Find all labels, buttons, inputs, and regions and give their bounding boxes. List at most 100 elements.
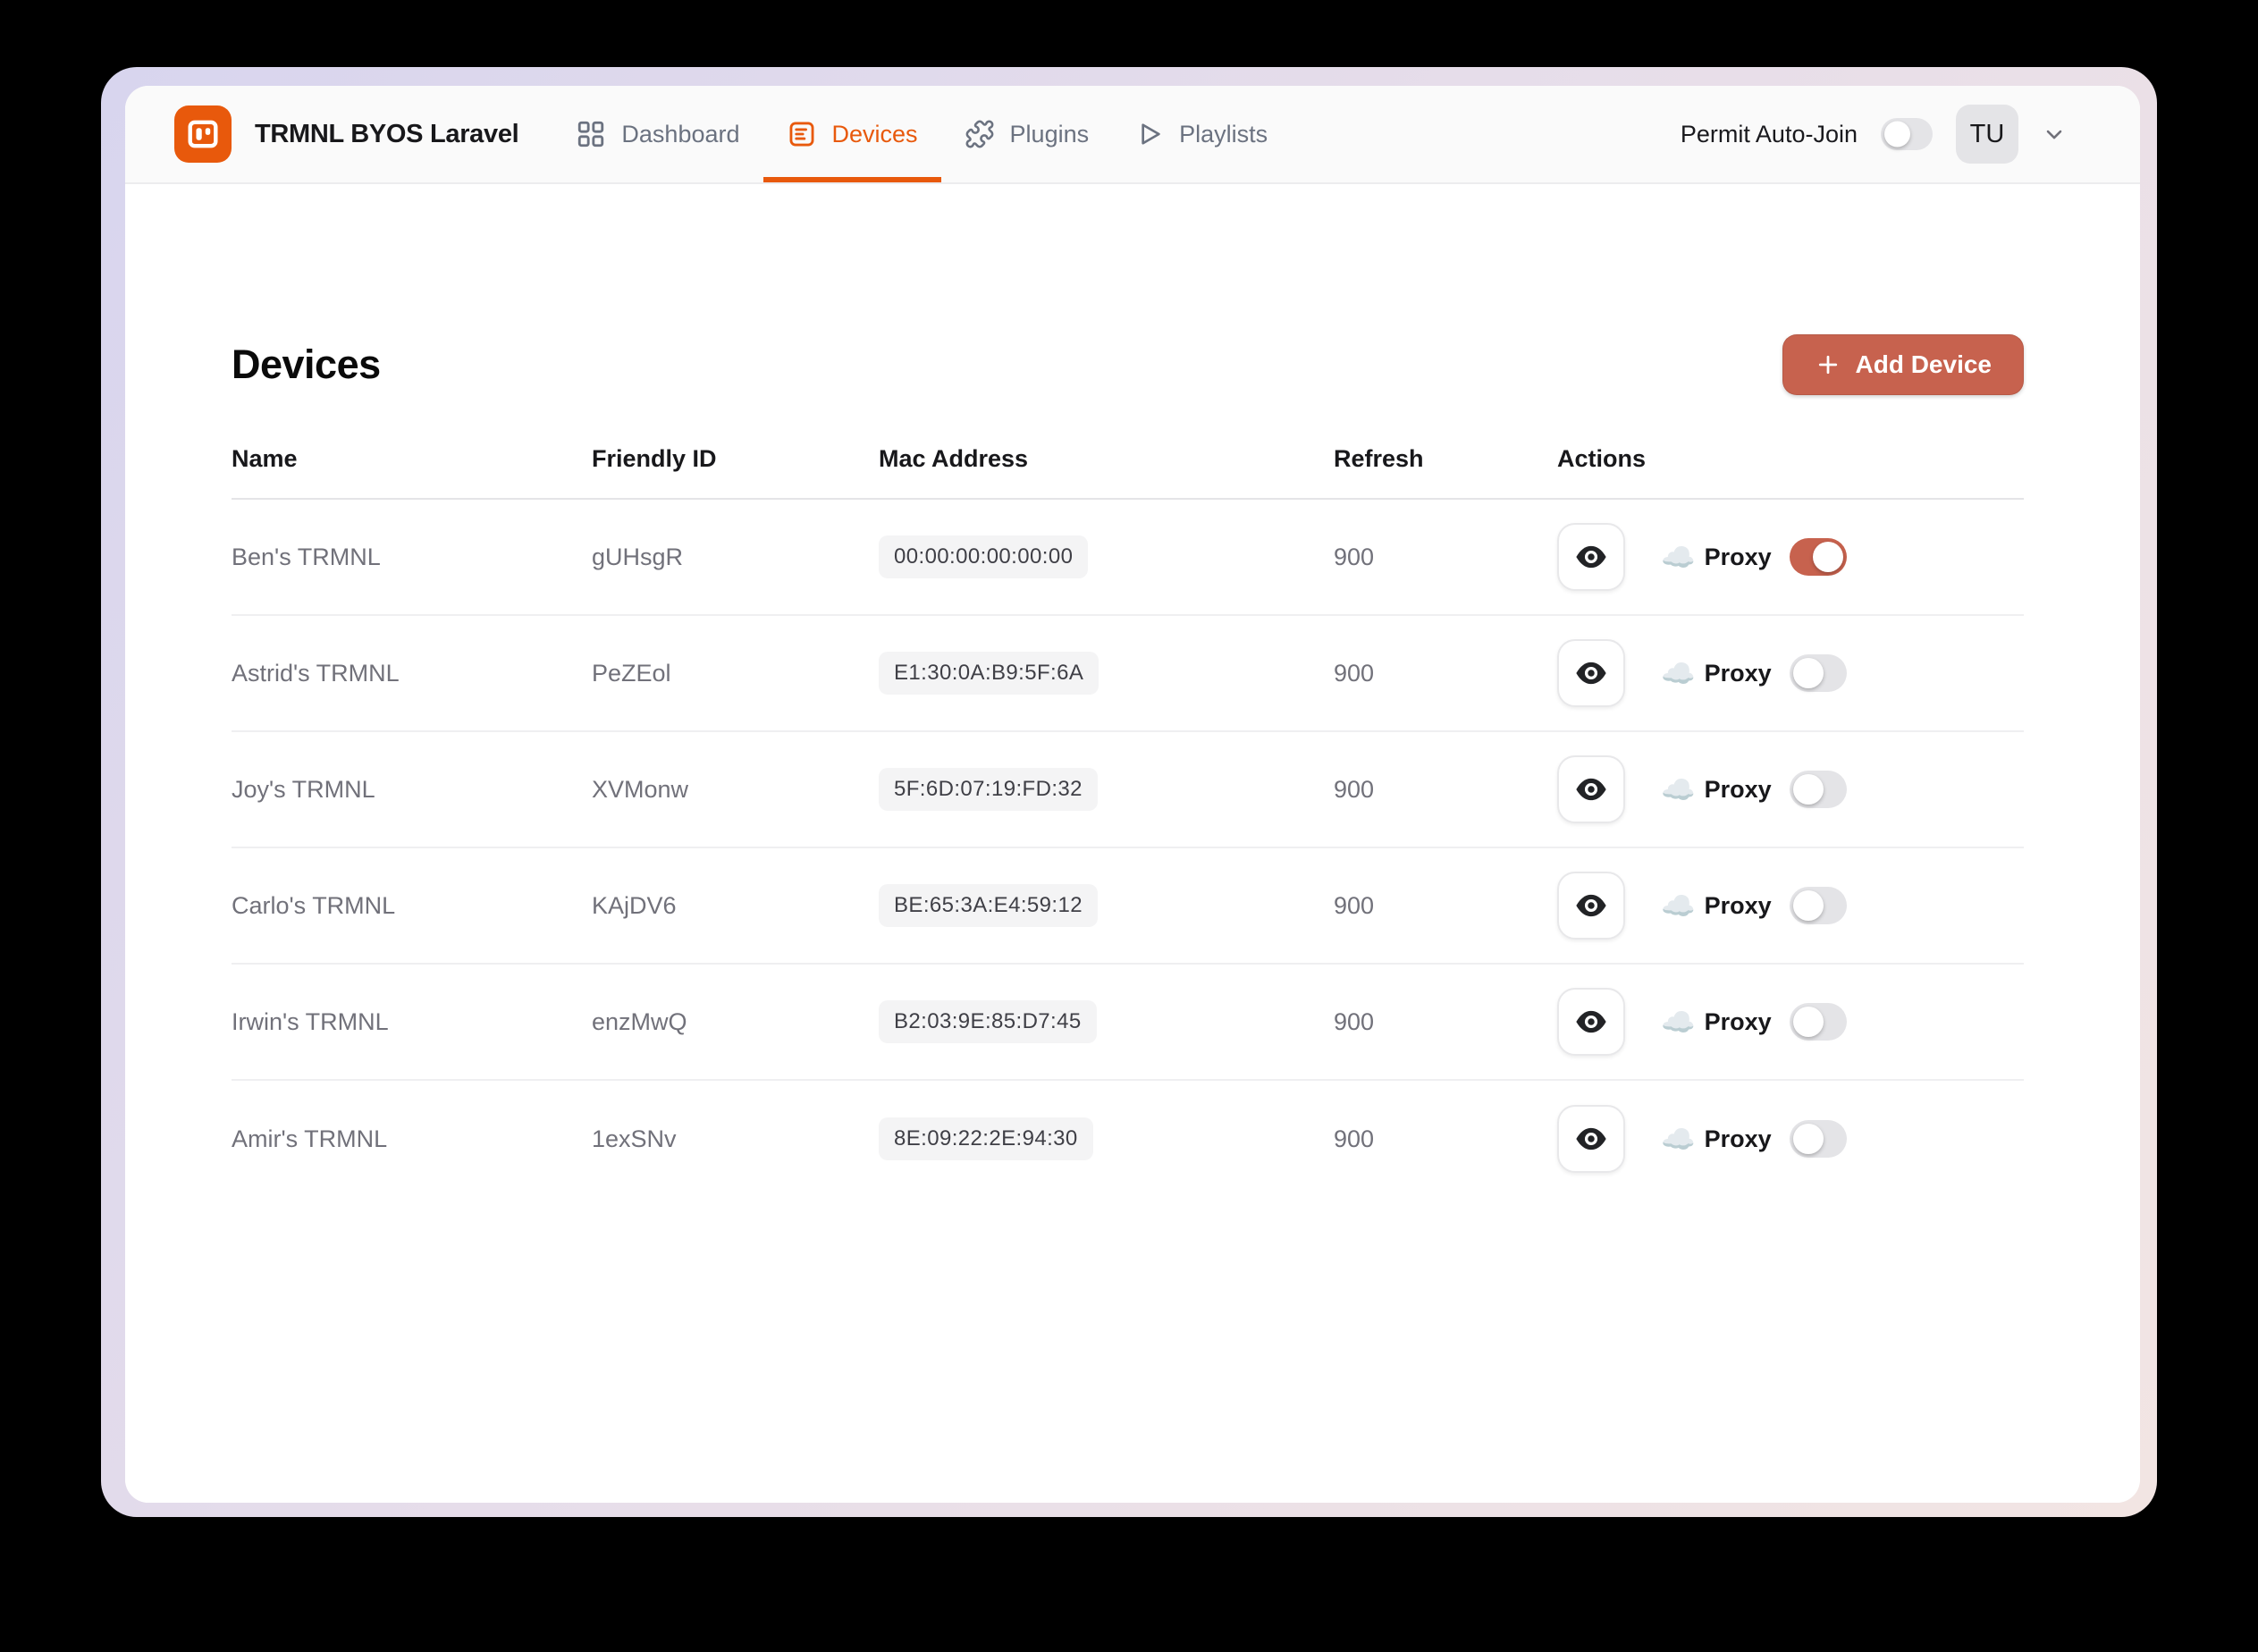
view-device-button[interactable] bbox=[1557, 1105, 1625, 1173]
user-avatar[interactable]: TU bbox=[1956, 105, 2018, 164]
proxy-label: Proxy bbox=[1704, 659, 1772, 687]
window-frame: TRMNL BYOS Laravel Dashboard Devices Plu… bbox=[101, 67, 2157, 1517]
view-device-button[interactable] bbox=[1557, 988, 1625, 1056]
eye-icon bbox=[1576, 1127, 1606, 1150]
device-mac-badge: 00:00:00:00:00:00 bbox=[879, 535, 1089, 578]
nav-label: Devices bbox=[831, 120, 918, 148]
device-friendly-id: 1exSNv bbox=[592, 1125, 677, 1152]
nav-label: Playlists bbox=[1179, 120, 1268, 148]
chevron-down-icon[interactable] bbox=[2042, 122, 2067, 147]
cloud-icon: ☁️ bbox=[1661, 541, 1696, 573]
proxy-label: Proxy bbox=[1704, 1125, 1772, 1152]
add-device-label: Add Device bbox=[1855, 350, 1993, 378]
plus-icon bbox=[1818, 355, 1837, 375]
table-row: Amir's TRMNL 1exSNv 8E:09:22:2E:94:30 90… bbox=[232, 1081, 2024, 1197]
toggle-knob bbox=[1884, 121, 1910, 148]
proxy-label: Proxy bbox=[1704, 775, 1772, 803]
device-mac-badge: B2:03:9E:85:D7:45 bbox=[879, 1000, 1097, 1043]
proxy-toggle[interactable] bbox=[1789, 771, 1847, 808]
view-device-button[interactable] bbox=[1557, 755, 1625, 823]
nav-item-devices[interactable]: Devices bbox=[762, 86, 941, 182]
eye-icon bbox=[1576, 894, 1606, 917]
device-actions: ☁️ Proxy bbox=[1557, 755, 2024, 823]
table-header-row: Name Friendly ID Mac Address Refresh Act… bbox=[232, 445, 2024, 500]
proxy-toggle[interactable] bbox=[1789, 538, 1847, 576]
device-actions: ☁️ Proxy bbox=[1557, 988, 2024, 1056]
view-device-button[interactable] bbox=[1557, 872, 1625, 940]
device-mac-badge: E1:30:0A:B9:5F:6A bbox=[879, 652, 1100, 695]
column-header-actions: Actions bbox=[1557, 445, 1647, 472]
devices-list-icon bbox=[789, 122, 813, 147]
permit-auto-join-toggle[interactable] bbox=[1881, 118, 1933, 150]
view-device-button[interactable] bbox=[1557, 639, 1625, 707]
app-title: TRMNL BYOS Laravel bbox=[255, 119, 519, 148]
permit-auto-join-label: Permit Auto-Join bbox=[1680, 120, 1858, 148]
table-row: Carlo's TRMNL KAjDV6 BE:65:3A:E4:59:12 9… bbox=[232, 848, 2024, 965]
nav-label: Dashboard bbox=[621, 120, 740, 148]
trmnl-device-icon bbox=[188, 120, 218, 148]
proxy-toggle[interactable] bbox=[1789, 1003, 1847, 1041]
device-friendly-id: XVMonw bbox=[592, 775, 689, 803]
view-device-button[interactable] bbox=[1557, 523, 1625, 591]
dashboard-grid-icon bbox=[578, 121, 604, 148]
page-title: Devices bbox=[232, 341, 381, 387]
table-row: Astrid's TRMNL PeZEol E1:30:0A:B9:5F:6A … bbox=[232, 616, 2024, 732]
proxy-toggle[interactable] bbox=[1789, 654, 1847, 692]
nav-item-playlists[interactable]: Playlists bbox=[1112, 86, 1291, 182]
device-actions: ☁️ Proxy bbox=[1557, 639, 2024, 707]
eye-icon bbox=[1576, 778, 1606, 801]
device-refresh: 900 bbox=[1334, 659, 1375, 687]
table-row: Irwin's TRMNL enzMwQ B2:03:9E:85:D7:45 9… bbox=[232, 965, 2024, 1081]
toggle-knob bbox=[1792, 658, 1824, 688]
toggle-knob bbox=[1792, 774, 1824, 805]
device-name: Joy's TRMNL bbox=[232, 775, 375, 803]
table-row: Ben's TRMNL gUHsgR 00:00:00:00:00:00 900… bbox=[232, 500, 2024, 616]
add-device-button[interactable]: Add Device bbox=[1782, 334, 2024, 395]
nav-item-plugins[interactable]: Plugins bbox=[941, 86, 1113, 182]
device-name: Carlo's TRMNL bbox=[232, 891, 396, 919]
column-header-refresh: Refresh bbox=[1334, 445, 1424, 472]
device-friendly-id: KAjDV6 bbox=[592, 891, 677, 919]
page-head: Devices Add Device bbox=[232, 334, 2024, 395]
playlists-play-icon bbox=[1142, 123, 1160, 145]
proxy-label: Proxy bbox=[1704, 543, 1772, 570]
nav-label: Plugins bbox=[1009, 120, 1090, 148]
device-refresh: 900 bbox=[1334, 775, 1375, 803]
app-header: TRMNL BYOS Laravel Dashboard Devices Plu… bbox=[125, 86, 2140, 184]
column-header-mac-address: Mac Address bbox=[879, 445, 1029, 472]
cloud-icon: ☁️ bbox=[1661, 773, 1696, 805]
plugins-puzzle-icon bbox=[965, 120, 993, 148]
nav-item-dashboard[interactable]: Dashboard bbox=[552, 86, 762, 182]
device-friendly-id: PeZEol bbox=[592, 659, 671, 687]
cloud-icon: ☁️ bbox=[1661, 1123, 1696, 1155]
trmnl-logo-icon bbox=[174, 105, 232, 163]
eye-icon bbox=[1576, 662, 1606, 685]
toggle-knob bbox=[1792, 890, 1824, 921]
device-friendly-id: enzMwQ bbox=[592, 1007, 687, 1035]
device-name: Ben's TRMNL bbox=[232, 543, 381, 570]
device-name: Amir's TRMNL bbox=[232, 1125, 388, 1152]
device-actions: ☁️ Proxy bbox=[1557, 872, 2024, 940]
eye-icon bbox=[1576, 1010, 1606, 1033]
device-actions: ☁️ Proxy bbox=[1557, 523, 2024, 591]
proxy-toggle[interactable] bbox=[1789, 887, 1847, 924]
device-mac-badge: BE:65:3A:E4:59:12 bbox=[879, 884, 1098, 927]
device-refresh: 900 bbox=[1334, 891, 1375, 919]
device-name: Irwin's TRMNL bbox=[232, 1007, 389, 1035]
column-header-name: Name bbox=[232, 445, 298, 472]
device-refresh: 900 bbox=[1334, 543, 1375, 570]
toggle-knob bbox=[1792, 1124, 1824, 1154]
main-nav: Dashboard Devices Plugins Playlists bbox=[552, 86, 1291, 182]
proxy-toggle[interactable] bbox=[1789, 1120, 1847, 1158]
device-mac-badge: 5F:6D:07:19:FD:32 bbox=[879, 768, 1098, 811]
device-name: Astrid's TRMNL bbox=[232, 659, 400, 687]
column-header-friendly-id: Friendly ID bbox=[592, 445, 717, 472]
device-refresh: 900 bbox=[1334, 1125, 1375, 1152]
devices-table: Name Friendly ID Mac Address Refresh Act… bbox=[232, 445, 2024, 1197]
cloud-icon: ☁️ bbox=[1661, 657, 1696, 689]
cloud-icon: ☁️ bbox=[1661, 889, 1696, 922]
eye-icon bbox=[1576, 545, 1606, 569]
device-refresh: 900 bbox=[1334, 1007, 1375, 1035]
toggle-knob bbox=[1792, 1007, 1824, 1037]
device-mac-badge: 8E:09:22:2E:94:30 bbox=[879, 1117, 1093, 1160]
